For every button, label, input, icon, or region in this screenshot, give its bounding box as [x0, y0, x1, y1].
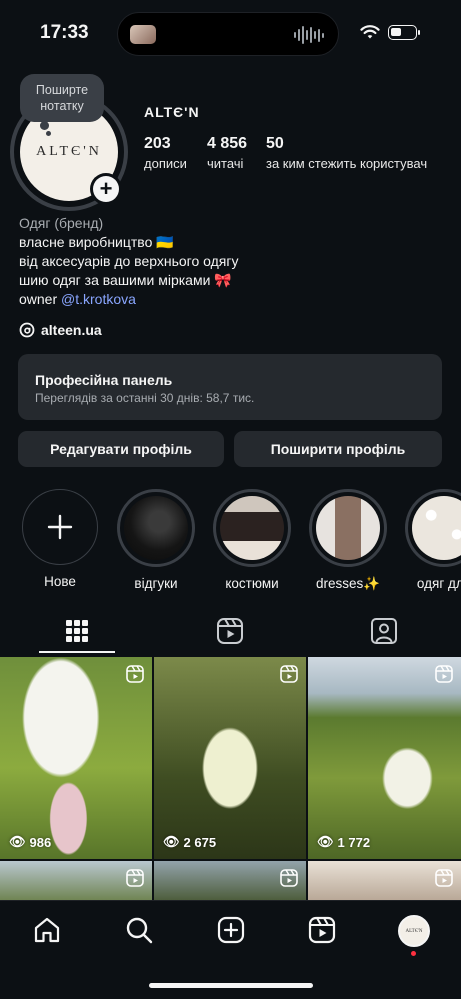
- highlight-label: одяг для: [416, 576, 461, 591]
- profile-username: ALTЄ'N: [144, 104, 200, 120]
- view-count-value: 986: [29, 834, 52, 850]
- highlight-cover: [220, 496, 284, 560]
- bio-category: Одяг (бренд): [19, 215, 104, 231]
- post-thumbnail[interactable]: [154, 861, 306, 901]
- profile-tabs: [0, 608, 461, 656]
- stat-label: за ким стежить користувач: [266, 156, 428, 171]
- view-count-value: 1 772: [337, 834, 371, 850]
- home-icon[interactable]: [32, 915, 62, 945]
- threads-handle: alteen.ua: [41, 322, 102, 338]
- highlight-suits[interactable]: костюми: [212, 489, 292, 591]
- post-thumbnail[interactable]: 👁 986: [0, 657, 152, 859]
- highlight-cover: [412, 496, 461, 560]
- grid-icon[interactable]: [62, 616, 92, 646]
- notification-dot: [411, 951, 416, 956]
- threads-icon: [19, 322, 35, 338]
- eye-icon: 👁: [163, 834, 180, 849]
- post-thumbnail[interactable]: [308, 861, 461, 901]
- reels-icon: [126, 665, 144, 683]
- status-bar: 17:33: [0, 0, 461, 70]
- stat-label: читачі: [207, 156, 244, 171]
- eye-icon: 👁: [317, 834, 334, 849]
- edit-profile-button[interactable]: Редагувати профіль: [18, 431, 224, 467]
- bio-owner-line: owner @t.krotkova: [19, 290, 238, 309]
- stat-label: дописи: [144, 156, 187, 171]
- reels-icon: [126, 869, 144, 887]
- reels-icon[interactable]: [215, 616, 245, 646]
- highlight-clothing[interactable]: одяг для: [404, 489, 461, 591]
- highlight-label: Нове: [44, 574, 76, 589]
- stat-value: 50: [266, 135, 284, 152]
- reels-icon: [280, 665, 298, 683]
- home-indicator[interactable]: [149, 983, 313, 988]
- eye-icon: 👁: [9, 834, 26, 849]
- now-playing-thumbnail: [130, 25, 156, 44]
- reels-icon[interactable]: [307, 915, 337, 945]
- highlight-reviews[interactable]: відгуки: [116, 489, 196, 591]
- post-thumbnail[interactable]: 👁 2 675: [154, 657, 306, 859]
- stat-posts[interactable]: 203 дописи: [144, 135, 187, 171]
- add-story-button[interactable]: +: [90, 173, 122, 205]
- create-post-icon[interactable]: [216, 915, 246, 945]
- dashboard-title: Професійна панель: [35, 372, 173, 388]
- profile-bio: Одяг (бренд) власне виробництво 🇺🇦 від а…: [19, 214, 238, 309]
- bio-owner-prefix: owner: [19, 291, 62, 307]
- highlight-dresses[interactable]: dresses✨: [308, 489, 388, 592]
- reels-icon: [280, 869, 298, 887]
- status-time: 17:33: [40, 22, 89, 43]
- active-tab-indicator: [39, 651, 115, 653]
- bio-line: від аксесуарів до верхнього одягу: [19, 253, 239, 269]
- post-thumbnail[interactable]: [0, 861, 152, 901]
- stat-following[interactable]: 50 за ким стежить користувач: [266, 135, 427, 171]
- battery-tip: [418, 30, 420, 35]
- dashboard-subtitle: Переглядів за останні 30 днів: 58,7 тис.: [35, 391, 255, 405]
- stat-value: 4 856: [207, 135, 248, 152]
- avatar-logo: ALTЄ'N: [36, 144, 102, 159]
- highlight-cover: [124, 496, 188, 560]
- tagged-icon[interactable]: [369, 616, 399, 646]
- professional-dashboard[interactable]: Професійна панель Переглядів за останні …: [18, 354, 442, 420]
- stat-value: 203: [144, 135, 171, 152]
- plus-icon: [22, 489, 98, 565]
- highlight-label: відгуки: [134, 576, 178, 591]
- highlight-cover: [316, 496, 380, 560]
- highlight-label: костюми: [225, 576, 279, 591]
- view-count: 👁 986: [9, 834, 51, 850]
- view-count-value: 2 675: [183, 834, 217, 850]
- dynamic-island[interactable]: [117, 12, 339, 56]
- share-profile-button[interactable]: Поширити профіль: [234, 431, 442, 467]
- view-count: 👁 1 772: [317, 834, 370, 850]
- reels-icon: [435, 869, 453, 887]
- wifi-icon: [360, 25, 380, 39]
- owner-mention-link[interactable]: @t.krotkova: [61, 291, 136, 307]
- stat-followers[interactable]: 4 856 читачі: [207, 135, 247, 171]
- bio-line: шию одяг за вашими мірками 🎀: [19, 272, 232, 288]
- view-count: 👁 2 675: [163, 834, 216, 850]
- battery-icon: [388, 25, 417, 40]
- note-bubble-tail-small: [46, 131, 51, 136]
- post-thumbnail[interactable]: 👁 1 772: [308, 657, 461, 859]
- reels-icon: [435, 665, 453, 683]
- profile-avatar-nav[interactable]: ALTЄ'N: [398, 915, 430, 947]
- note-bubble[interactable]: Поширте нотатку: [20, 74, 104, 122]
- threads-link[interactable]: alteen.ua: [19, 322, 102, 338]
- search-icon[interactable]: [124, 915, 154, 945]
- note-bubble-tail: [40, 121, 49, 130]
- highlight-new[interactable]: Нове: [20, 489, 100, 589]
- plus-icon: +: [93, 176, 119, 202]
- avatar-logo-small: ALTЄ'N: [405, 928, 423, 934]
- bio-line: власне виробництво 🇺🇦: [19, 234, 174, 250]
- highlight-label: dresses✨: [315, 576, 381, 591]
- audio-waveform-icon: [294, 25, 324, 45]
